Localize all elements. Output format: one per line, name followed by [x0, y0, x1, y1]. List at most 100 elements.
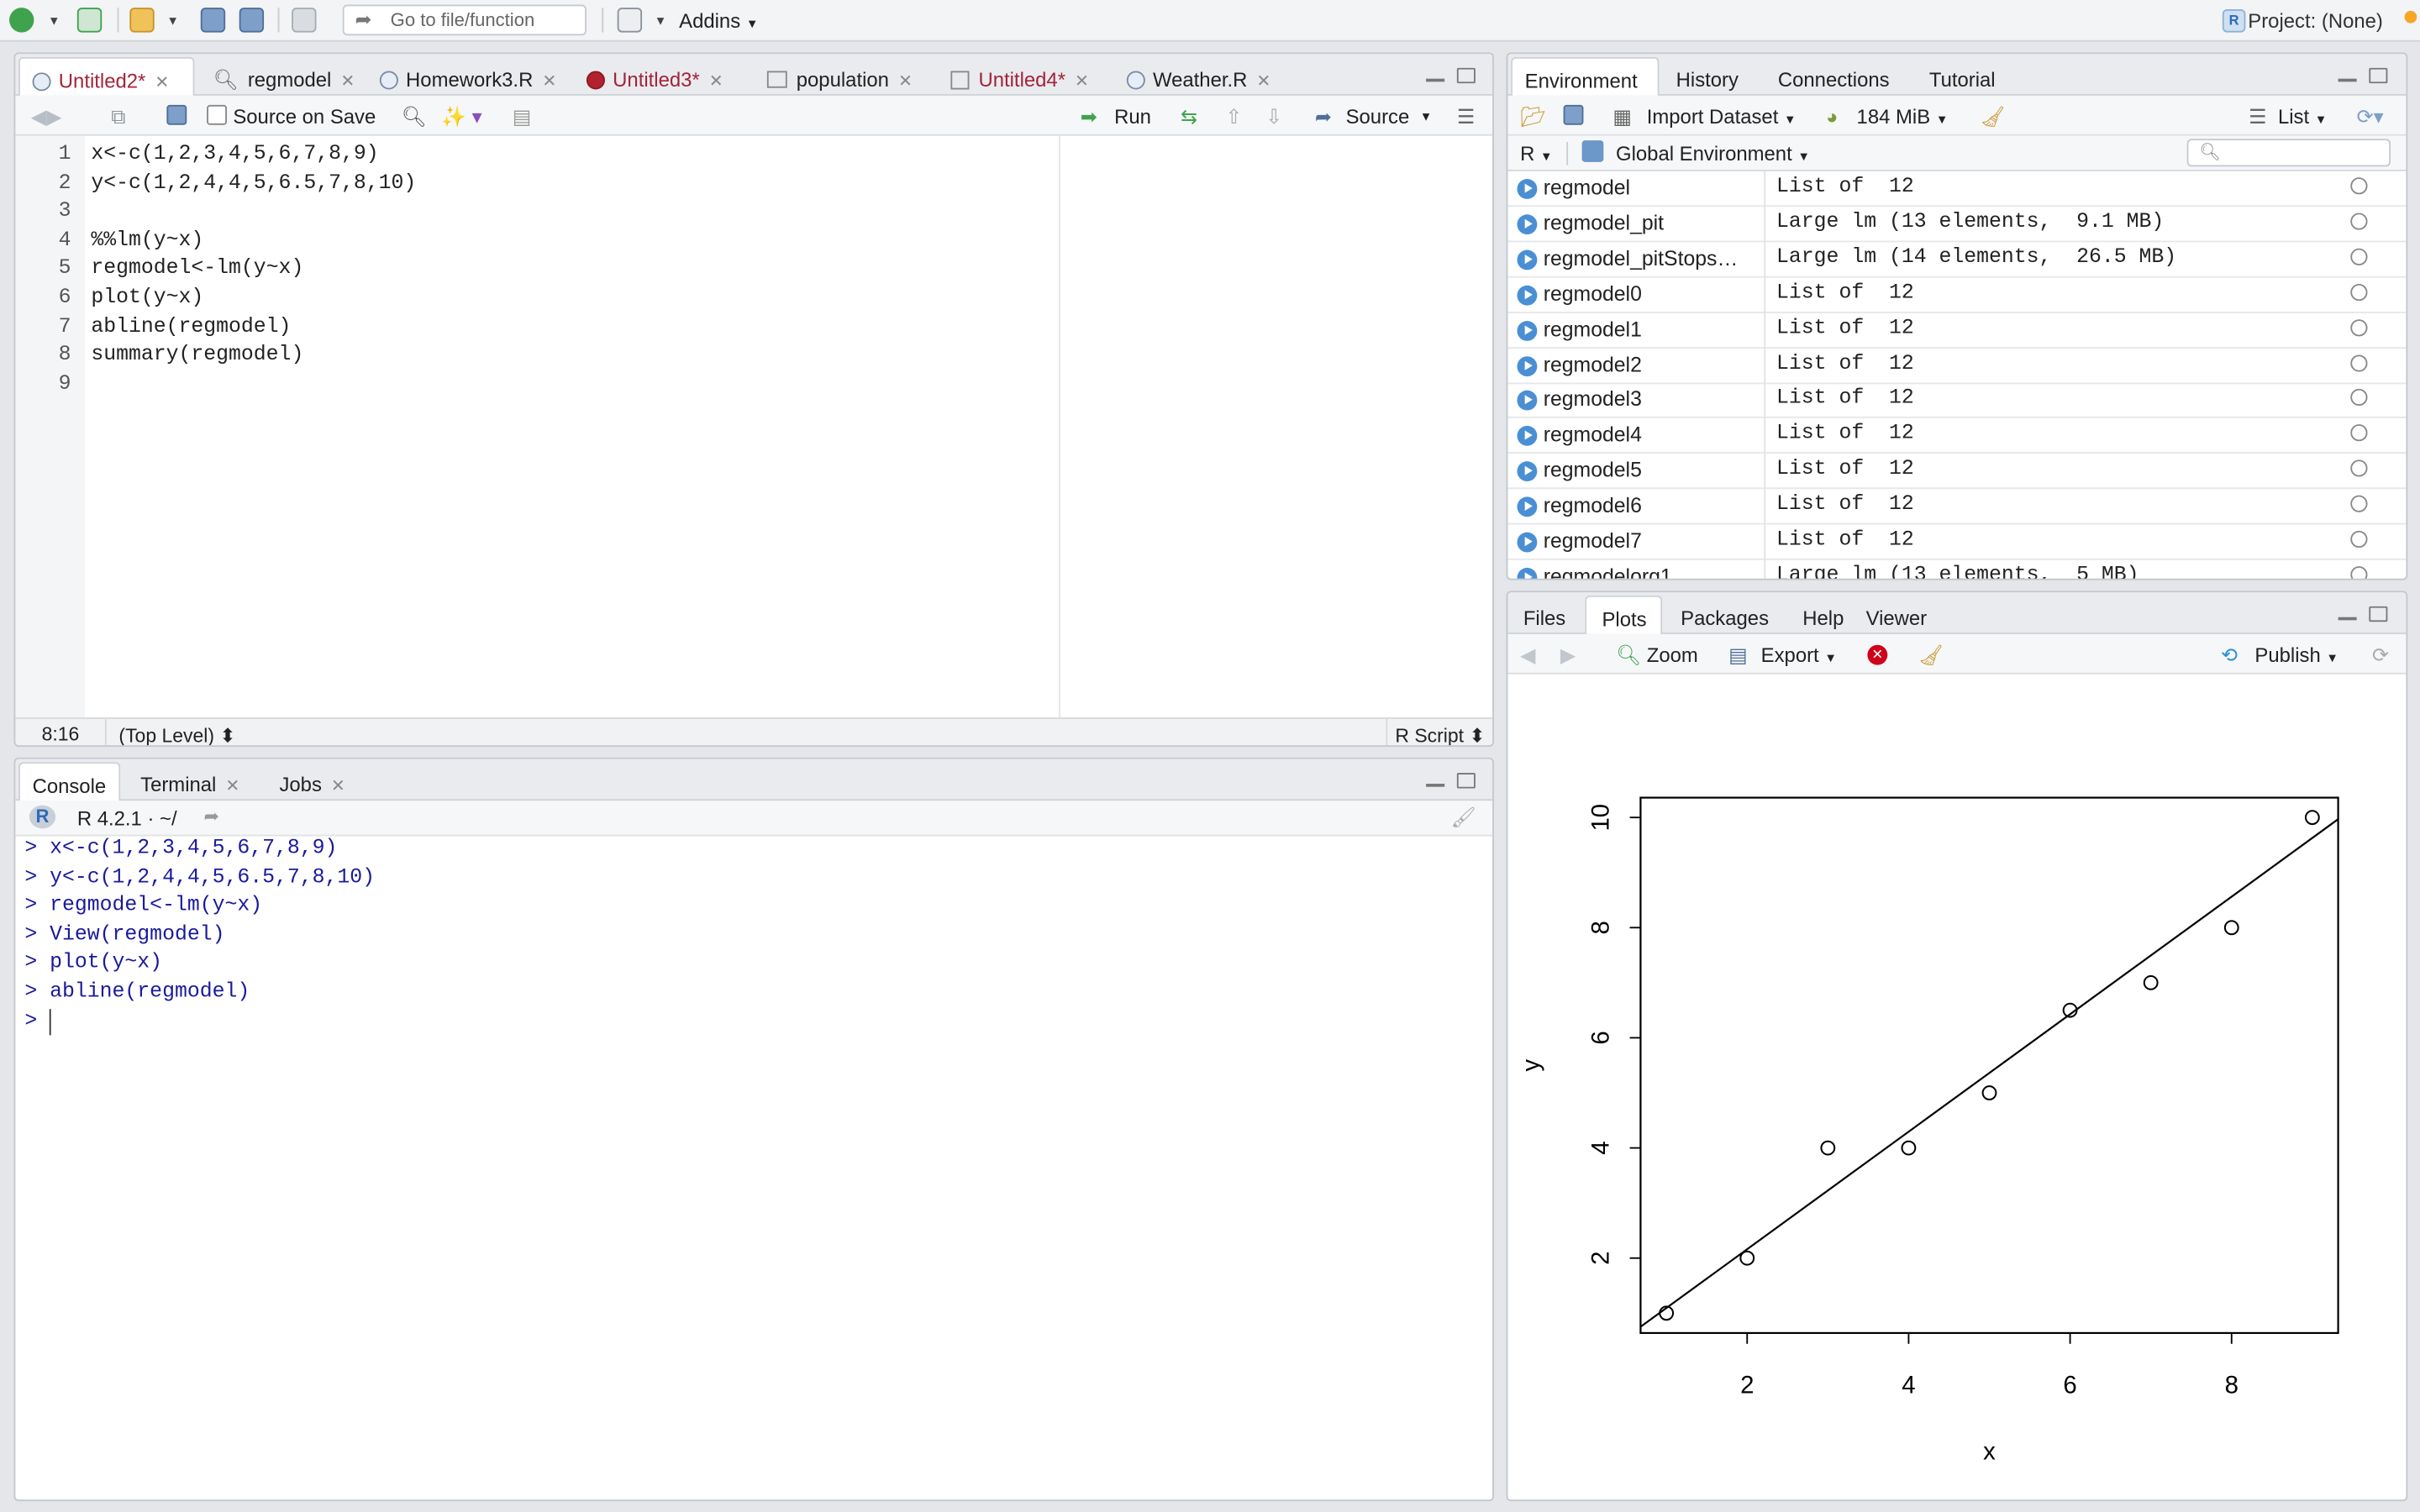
expand-icon[interactable]	[1517, 532, 1538, 553]
tab-population[interactable]: population ✕	[766, 57, 913, 96]
code-line[interactable]: x<-c(1,2,3,4,5,6,7,8,9)	[91, 144, 378, 167]
maximize-icon[interactable]	[1456, 67, 1476, 84]
environment-row[interactable]: regmodel2 List of 12	[1507, 348, 2407, 384]
new-project-icon[interactable]	[76, 8, 103, 33]
go-up-icon[interactable]: ⇧	[1225, 105, 1242, 129]
tab-tutorial[interactable]: Tutorial	[1929, 57, 1996, 96]
tab-jobs[interactable]: Jobs ✕	[279, 762, 345, 801]
save-icon[interactable]	[166, 104, 187, 125]
go-to-directory-icon[interactable]: ➦	[203, 806, 218, 827]
expand-icon[interactable]	[1517, 285, 1538, 306]
view-data-icon[interactable]	[2350, 530, 2368, 549]
publish-menu[interactable]: Publish ▼	[2254, 643, 2338, 667]
remove-plot-icon[interactable]: ✕	[1867, 644, 1888, 665]
chevron-down-icon[interactable]: ▼	[166, 14, 179, 29]
maximize-icon[interactable]	[1456, 773, 1476, 789]
environment-row[interactable]: regmodel_pitStops… Large lm (14 elements,…	[1507, 241, 2407, 278]
close-icon[interactable]: ✕	[898, 72, 913, 91]
goto-file-input[interactable]: Go to file/function	[342, 4, 587, 36]
memory-usage-menu[interactable]: 184 MiB ▼	[1857, 105, 1949, 129]
tab-untitled4[interactable]: Untitled4* ✕	[950, 57, 1089, 96]
compile-report-icon[interactable]: ▤	[513, 105, 532, 129]
language-menu[interactable]: R ▼	[1520, 142, 1552, 165]
new-file-icon[interactable]	[9, 8, 34, 33]
view-data-icon[interactable]	[2350, 213, 2368, 230]
next-plot-icon[interactable]: ▶	[1560, 643, 1576, 668]
workspace-panes-icon[interactable]	[617, 8, 643, 33]
expand-icon[interactable]	[1517, 496, 1538, 517]
expand-icon[interactable]	[1517, 214, 1538, 234]
tab-history[interactable]: History	[1676, 57, 1739, 96]
tab-homework3[interactable]: Homework3.R ✕	[379, 57, 556, 96]
view-data-icon[interactable]	[2350, 424, 2368, 442]
tab-files[interactable]: Files	[1523, 596, 1565, 634]
close-icon[interactable]: ✕	[1256, 72, 1270, 91]
close-icon[interactable]: ✕	[709, 72, 723, 91]
tab-untitled3[interactable]: Untitled3* ✕	[586, 57, 723, 96]
code-line[interactable]: y<-c(1,2,4,4,5,6.5,7,8,10)	[91, 172, 416, 196]
tab-help[interactable]: Help	[1802, 596, 1844, 634]
environment-search-input[interactable]: 🔍︎	[2186, 139, 2391, 167]
tab-packages[interactable]: Packages	[1681, 596, 1769, 634]
tab-regmodel[interactable]: 🔍︎ regmodel ✕	[210, 57, 355, 96]
code-line[interactable]: summary(regmodel)	[91, 344, 303, 368]
broom-icon[interactable]: 🧹︎	[1918, 643, 1944, 668]
load-workspace-icon[interactable]: 📂︎	[1520, 105, 1545, 129]
tab-connections[interactable]: Connections	[1778, 57, 1890, 96]
view-data-icon[interactable]	[2350, 389, 2368, 407]
expand-icon[interactable]	[1517, 320, 1538, 341]
environment-row[interactable]: regmodelorg1 Large lm (13 elements, 5 MB)	[1507, 559, 2406, 579]
back-arrow-icon[interactable]: ◀▶	[31, 105, 62, 129]
expand-icon[interactable]	[1517, 426, 1538, 447]
expand-icon[interactable]	[1517, 461, 1538, 482]
environment-row[interactable]: regmodel5 List of 12	[1507, 454, 2407, 490]
previous-plot-icon[interactable]: ◀	[1520, 643, 1535, 668]
code-tools-icon[interactable]: ✨ ▾	[441, 105, 481, 129]
environment-row[interactable]: regmodel1 List of 12	[1507, 312, 2407, 349]
view-data-icon[interactable]	[2350, 248, 2368, 265]
minimize-icon[interactable]	[2338, 78, 2357, 82]
go-down-icon[interactable]: ⇩	[1265, 105, 1282, 129]
outline-icon[interactable]: ☰	[1457, 105, 1475, 129]
tab-plots[interactable]: Plots	[1585, 595, 1663, 634]
expand-icon[interactable]	[1517, 567, 1538, 579]
tab-console[interactable]: Console	[18, 762, 121, 801]
tab-untitled2[interactable]: Untitled2* ✕	[18, 56, 195, 96]
chevron-down-icon[interactable]: ▼	[48, 14, 60, 29]
source-on-save-checkbox[interactable]	[207, 104, 227, 125]
close-icon[interactable]: ✕	[155, 74, 169, 92]
zoom-button[interactable]: Zoom	[1647, 643, 1698, 667]
environment-row[interactable]: regmodel List of 12	[1507, 171, 2407, 207]
chevron-down-icon[interactable]: ▼	[1420, 109, 1433, 123]
close-icon[interactable]: ✕	[1075, 72, 1089, 91]
environment-scope-menu[interactable]: Global Environment ▼	[1616, 142, 1810, 165]
print-icon[interactable]	[292, 8, 317, 33]
code-line[interactable]: plot(y~x)	[91, 287, 203, 311]
save-all-icon[interactable]	[239, 8, 265, 33]
code-line[interactable]: regmodel<-lm(y~x)	[91, 258, 303, 281]
minimize-icon[interactable]	[1426, 78, 1445, 82]
environment-row[interactable]: regmodel7 List of 12	[1507, 524, 2407, 560]
save-workspace-icon[interactable]	[1563, 104, 1584, 125]
view-data-icon[interactable]	[2350, 318, 2368, 336]
clear-console-icon[interactable]: 🖌︎	[1450, 806, 1476, 830]
tab-weather[interactable]: Weather.R ✕	[1126, 57, 1270, 96]
view-data-icon[interactable]	[2350, 354, 2368, 371]
expand-icon[interactable]	[1517, 355, 1538, 376]
view-mode-menu[interactable]: List ▼	[2278, 105, 2327, 129]
expand-icon[interactable]	[1517, 391, 1538, 412]
close-icon[interactable]: ✕	[225, 778, 239, 796]
scope-menu[interactable]: (Top Level) ⬍	[118, 723, 235, 745]
find-icon[interactable]: 🔍︎	[402, 105, 427, 129]
environment-row[interactable]: regmodel6 List of 12	[1507, 489, 2407, 525]
view-data-icon[interactable]	[2350, 283, 2368, 301]
broom-icon[interactable]: 🧹︎	[1980, 105, 2005, 129]
close-icon[interactable]: ✕	[542, 72, 556, 91]
minimize-icon[interactable]	[2338, 617, 2357, 621]
view-data-icon[interactable]	[2350, 177, 2368, 195]
import-dataset-menu[interactable]: Import Dataset ▼	[1647, 105, 1797, 129]
expand-icon[interactable]	[1517, 179, 1538, 199]
environment-row[interactable]: regmodel4 List of 12	[1507, 418, 2407, 454]
view-data-icon[interactable]	[2350, 565, 2368, 579]
file-type-menu[interactable]: R Script ⬍	[1395, 723, 1485, 745]
